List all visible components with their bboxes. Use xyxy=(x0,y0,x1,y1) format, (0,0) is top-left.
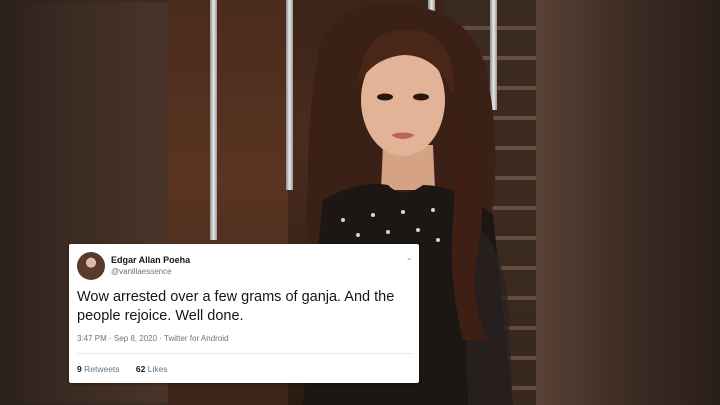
retweets-label: Retweets xyxy=(84,364,120,374)
author-name[interactable]: Edgar Allan Poeha xyxy=(111,255,190,265)
retweets-count: 9 xyxy=(77,364,82,374)
tweet-text: Wow arrested over a few grams of ganja. … xyxy=(77,289,395,324)
author-handle[interactable]: @vanillaessence xyxy=(111,267,172,276)
likes-label: Likes xyxy=(147,364,168,374)
likes-count: 62 xyxy=(135,364,146,374)
likes-stat[interactable]: 62 Likes xyxy=(136,364,168,374)
divider xyxy=(77,353,413,354)
avatar[interactable] xyxy=(77,252,105,280)
blurred-background-right xyxy=(534,0,720,405)
retweets-stat[interactable]: 9 Retweets xyxy=(77,364,122,374)
tweet-card[interactable]: Edgar Allan Poeha @vanillaessence ⌄ Wow … xyxy=(69,244,419,383)
tweet-stats: 9 Retweets 62 Likes xyxy=(77,364,182,374)
tweet-timestamp[interactable]: 3:47 PM · Sep 8, 2020 · Twitter for Andr… xyxy=(77,334,229,343)
chevron-down-icon[interactable]: ⌄ xyxy=(405,252,413,263)
stair-rail xyxy=(210,0,217,240)
